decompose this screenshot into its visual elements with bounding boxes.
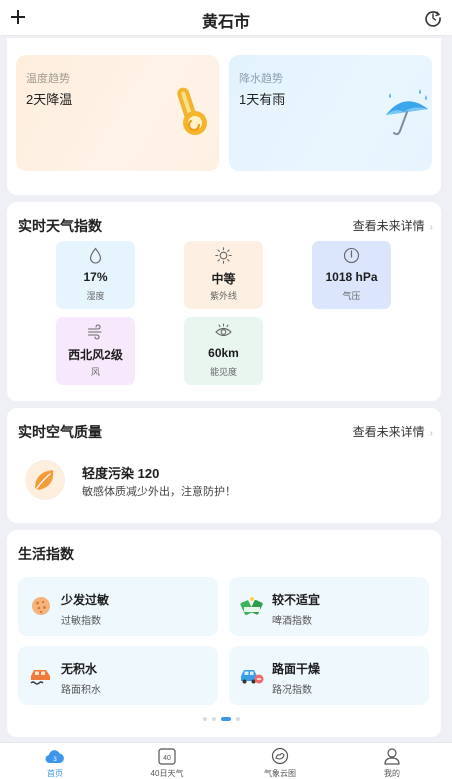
allergy-index[interactable]: 少发过敏 过敏指数 — [18, 577, 218, 636]
page-indicator — [203, 717, 247, 721]
page-dot[interactable] — [212, 717, 216, 721]
pressure-label: 气压 — [342, 291, 361, 301]
allergy-icon — [32, 597, 50, 615]
humidity-label: 湿度 — [86, 291, 105, 301]
waterlogging-title: 无积水 — [61, 662, 98, 676]
calendar-40-icon: 40 — [158, 748, 176, 765]
uv-value: 中等 — [211, 272, 236, 286]
more-label: 查看未来详情 — [352, 425, 425, 439]
humidity-index[interactable]: 17% 湿度 — [56, 241, 135, 309]
top-header: 黄石市 — [0, 0, 452, 36]
nav-me-label: 我的 — [384, 769, 400, 778]
weather-index-title: 实时天气指数 — [18, 218, 102, 234]
more-label: 查看未来详情 — [352, 219, 425, 233]
rain-trend-value: 1天有雨 — [239, 92, 286, 107]
weather-index-card: 实时天气指数 查看未来详情 › 17% 湿度 中等 紫外线 1018 hPa 气压 — [7, 202, 441, 401]
page-dot[interactable] — [236, 717, 240, 721]
nav-40-day-label: 40日天气 — [150, 769, 184, 778]
pressure-value: 1018 hPa — [325, 270, 378, 284]
uv-label: 紫外线 — [209, 291, 237, 301]
chevron-right-icon: › — [429, 428, 433, 439]
waterlogging-index[interactable]: 无积水 路面积水 — [18, 646, 218, 705]
air-quality-tip: 敏感体质减少外出，注意防护！ — [82, 486, 236, 498]
page-dot-active[interactable] — [221, 717, 231, 721]
pressure-index[interactable]: 1018 hPa 气压 — [312, 241, 391, 309]
waterlogging-sub: 路面积水 — [61, 685, 101, 696]
beer-icon — [240, 597, 263, 615]
city-title[interactable]: 黄石市 — [0, 8, 452, 32]
air-quality-level[interactable]: 轻度污染 120 — [82, 463, 159, 482]
umbrella-icon — [386, 89, 428, 136]
wind-index[interactable]: 西北风2级 风 — [56, 317, 135, 385]
rain-trend-card[interactable]: 降水趋势 1天有雨 — [229, 55, 432, 171]
page-dot[interactable] — [203, 717, 207, 721]
cloud-map-icon — [271, 747, 289, 765]
eye-icon — [215, 323, 232, 337]
visibility-label: 能见度 — [209, 367, 237, 377]
sun-icon — [215, 247, 232, 264]
trend-card: 温度趋势 2天降温 降水趋势 1天有雨 — [7, 38, 441, 195]
air-quality-card: 实时空气质量 查看未来详情 › 轻度污染 120 敏感体质减少外出，注意防护！ — [7, 408, 441, 523]
weather-index-more-link[interactable]: 查看未来详情 › — [353, 217, 433, 234]
nav-me[interactable]: 我的 — [362, 747, 422, 779]
road-sub: 路况指数 — [272, 685, 312, 696]
nav-home-label: 首页 — [47, 769, 63, 778]
chevron-right-icon: › — [429, 222, 433, 233]
life-index-title: 生活指数 — [18, 546, 74, 562]
droplet-icon — [89, 247, 102, 264]
allergy-title: 少发过敏 — [61, 593, 110, 607]
nav-cloud-map[interactable]: 气象云图 — [250, 747, 310, 779]
humidity-value: 17% — [83, 270, 108, 284]
nav-home[interactable]: 3 首页 — [25, 747, 85, 779]
road-title: 路面干燥 — [272, 662, 321, 676]
home-cloud-icon: 3 — [45, 750, 64, 764]
temperature-trend-value: 2天降温 — [26, 92, 73, 107]
temperature-trend-label: 温度趋势 — [26, 73, 70, 85]
visibility-value: 60km — [208, 346, 239, 360]
nav-cloud-map-label: 气象云图 — [264, 769, 296, 778]
temperature-trend-card[interactable]: 温度趋势 2天降温 — [16, 55, 219, 171]
wind-value: 西北风2级 — [68, 348, 123, 362]
wind-icon — [87, 324, 102, 340]
life-index-card: 生活指数 少发过敏 过敏指数 较不适宜 啤酒指数 无积水 路面积水 路面干燥 路… — [7, 530, 441, 737]
beer-title: 较不适宜 — [272, 593, 321, 607]
car-road-icon — [241, 670, 264, 684]
beer-sub: 啤酒指数 — [272, 616, 312, 627]
beer-index[interactable]: 较不适宜 啤酒指数 — [229, 577, 429, 636]
wind-label: 风 — [90, 367, 100, 377]
nav-40-day[interactable]: 40 40日天气 — [137, 747, 197, 779]
user-icon — [384, 748, 400, 765]
air-quality-more-link[interactable]: 查看未来详情 › — [353, 423, 433, 440]
calendar-number: 40 — [163, 755, 171, 762]
road-index[interactable]: 路面干燥 路况指数 — [229, 646, 429, 705]
air-quality-title: 实时空气质量 — [18, 424, 102, 440]
visibility-index[interactable]: 60km 能见度 — [184, 317, 263, 385]
air-quality-leaf-icon — [25, 460, 65, 500]
bottom-nav: 3 首页 40 40日天气 气象云图 我的 — [0, 742, 452, 779]
uv-index[interactable]: 中等 紫外线 — [184, 241, 263, 309]
refresh-icon[interactable] — [424, 9, 442, 27]
allergy-sub: 过敏指数 — [61, 616, 101, 627]
rain-trend-label: 降水趋势 — [239, 73, 283, 85]
gauge-icon — [343, 247, 360, 264]
car-waterlogging-icon — [30, 670, 50, 685]
thermometer-icon — [177, 87, 207, 135]
